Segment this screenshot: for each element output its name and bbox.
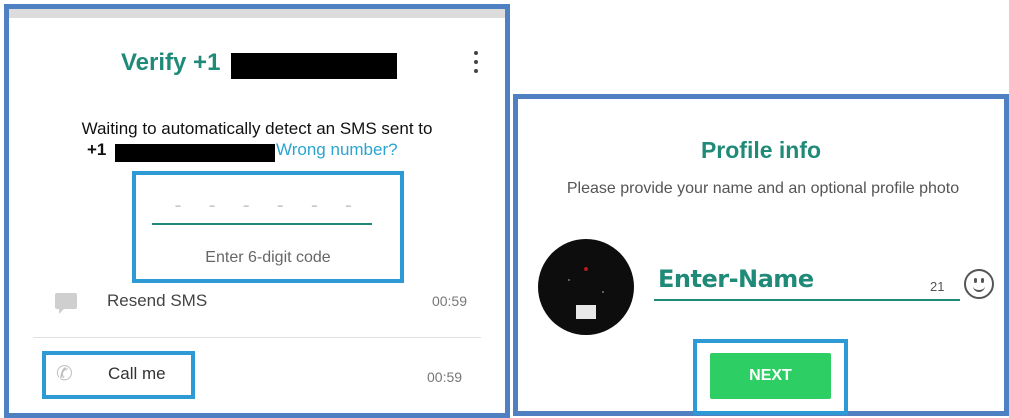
call-timer: 00:59 (427, 369, 463, 385)
name-input[interactable]: Enter-Name (658, 265, 814, 293)
code-entry-box[interactable]: - - - - - - Enter 6-digit code (132, 171, 404, 283)
call-me-label: Call me (108, 364, 166, 383)
overflow-menu-icon[interactable] (472, 51, 480, 77)
emoji-icon[interactable] (964, 269, 994, 299)
profile-subtitle: Please provide your name and an optional… (566, 180, 960, 197)
wrong-number-link[interactable]: Wrong number? (276, 140, 398, 160)
verify-title: Verify +1 (121, 49, 221, 76)
avatar-dot (584, 267, 588, 271)
avatar-dot (568, 279, 570, 281)
char-count: 21 (930, 279, 945, 294)
resend-sms-row[interactable]: Resend SMS 00:59 (51, 289, 471, 319)
status-bar (9, 9, 505, 18)
message-icon (55, 293, 77, 314)
code-underline (152, 223, 372, 225)
profile-title: Profile info (700, 137, 822, 163)
profile-photo-avatar[interactable] (538, 239, 634, 335)
code-input[interactable]: - - - - - - (172, 193, 359, 217)
call-me-button[interactable]: ✆ Call me (42, 351, 195, 399)
name-underline (654, 299, 960, 301)
waiting-message: Waiting to automatically detect an SMS s… (81, 119, 433, 138)
divider (33, 337, 481, 338)
phone-icon: ✆ (56, 363, 73, 385)
redacted-phone-number (231, 53, 397, 79)
profile-info-screen: Profile info Please provide your name an… (513, 94, 1009, 416)
next-button[interactable]: NEXT (710, 353, 831, 399)
avatar-dot (602, 291, 604, 293)
code-hint: Enter 6-digit code (205, 249, 331, 266)
next-button-highlight: NEXT (693, 339, 848, 415)
avatar-label-mark (576, 305, 596, 319)
redacted-phone-number-2 (115, 144, 275, 162)
resend-sms-label: Resend SMS (107, 291, 208, 310)
verify-screen: Verify +1 Waiting to automatically detec… (4, 4, 510, 418)
phone-prefix: +1 (87, 140, 107, 159)
resend-timer: 00:59 (431, 293, 467, 309)
